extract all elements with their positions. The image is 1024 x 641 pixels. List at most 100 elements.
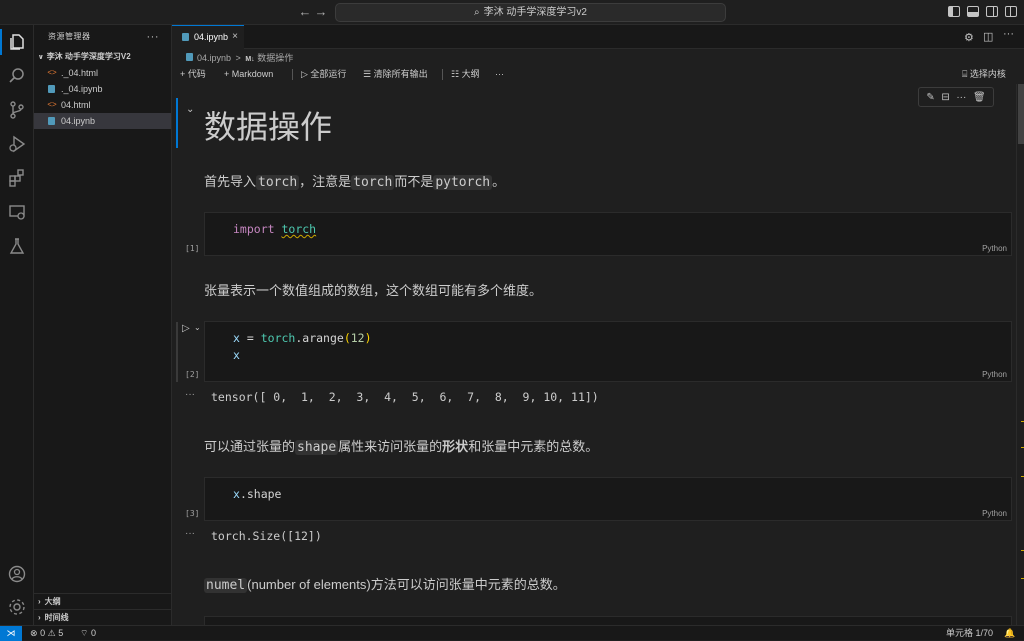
collapse-chevron-icon[interactable]: ⌄ bbox=[186, 104, 194, 115]
cell-language-label[interactable]: Python bbox=[982, 244, 1007, 253]
markdown-paragraph[interactable]: 张量表示一个数值组成的数组，这个数组可能有多个维度。 bbox=[204, 280, 542, 299]
run-cell-icon[interactable]: ▷ bbox=[182, 323, 190, 334]
notebook-file-icon bbox=[182, 33, 189, 41]
split-editor-icon[interactable]: ◫ bbox=[983, 30, 993, 43]
file-item[interactable]: <> ._04.html bbox=[34, 65, 171, 81]
cell-output: tensor([ 0, 1, 2, 3, 4, 5, 6, 7, 8, 9, 1… bbox=[211, 390, 599, 404]
timeline-section[interactable]: › 时间线 bbox=[34, 609, 172, 625]
warning-count: 5 bbox=[58, 628, 64, 638]
markdown-heading[interactable]: 数据操作 bbox=[204, 102, 332, 148]
variable: x bbox=[233, 348, 240, 362]
variable: x bbox=[233, 487, 240, 501]
file-item-selected[interactable]: 04.ipynb bbox=[34, 113, 171, 129]
paren: ) bbox=[364, 331, 372, 345]
outline-section[interactable]: › 大纲 bbox=[34, 593, 172, 609]
run-all-button[interactable]: ▷ 全部运行 bbox=[301, 66, 346, 83]
settings-gear-icon[interactable] bbox=[0, 592, 34, 622]
status-bar: ⋊ ⊗ 0 ⚠ 5 ⌔ 0 单元格 1/70 🔔 bbox=[0, 625, 1024, 641]
run-and-debug-icon[interactable] bbox=[0, 129, 34, 159]
cell-source[interactable]: import torch bbox=[233, 221, 316, 238]
account-icon[interactable] bbox=[0, 559, 34, 589]
select-kernel-button[interactable]: ⌸ 选择内核 bbox=[962, 66, 1006, 83]
breadcrumb-section[interactable]: 数据操作 bbox=[257, 53, 293, 63]
notebook-file-icon bbox=[48, 85, 55, 93]
toolbar-more-button[interactable]: ··· bbox=[495, 66, 504, 83]
toolbar-divider bbox=[442, 69, 443, 80]
delete-trash-icon[interactable]: 🗑 bbox=[973, 92, 986, 103]
cell-source[interactable]: x = torch.arange(12) x bbox=[233, 330, 372, 364]
more-actions-icon[interactable]: ··· bbox=[1003, 28, 1014, 40]
extensions-icon[interactable] bbox=[0, 163, 34, 193]
cell-source[interactable]: x.shape bbox=[233, 486, 281, 503]
file-name: 04.html bbox=[61, 100, 91, 110]
split-cell-icon[interactable]: ⊟ bbox=[941, 92, 949, 103]
ports-indicator[interactable]: ⌔ 0 bbox=[80, 626, 96, 640]
source-control-icon[interactable] bbox=[0, 95, 34, 125]
cell-more-icon[interactable]: ··· bbox=[956, 92, 966, 103]
text: 首先导入 bbox=[204, 174, 257, 189]
markdown-paragraph[interactable]: 首先导入 torch ，注意是 torch 而不是 pytorch。 bbox=[204, 171, 505, 190]
inline-code: numel bbox=[204, 578, 248, 593]
scrollbar-thumb[interactable] bbox=[1018, 84, 1024, 144]
tab-label: 04.ipynb bbox=[194, 32, 229, 42]
search-icon: ⌕ bbox=[474, 7, 480, 18]
cell-language-label[interactable]: Python bbox=[982, 370, 1007, 379]
toggle-secondary-sidebar-icon[interactable] bbox=[986, 6, 998, 17]
outline-section-label: 大纲 bbox=[44, 597, 61, 606]
function-name: .arange bbox=[295, 331, 344, 345]
explorer-icon[interactable] bbox=[0, 27, 34, 57]
close-icon[interactable]: × bbox=[232, 26, 238, 48]
workspace-folder-label: 李沐 动手学深度学习V2 bbox=[46, 52, 131, 61]
outline-label: 大纲 bbox=[461, 69, 480, 79]
tab-04-ipynb[interactable]: 04.ipynb × bbox=[172, 25, 244, 49]
customize-layout-icon[interactable] bbox=[1005, 6, 1017, 17]
activity-bar bbox=[0, 25, 34, 625]
inline-code: pytorch bbox=[433, 175, 493, 190]
problems-indicator[interactable]: ⊗ 0 ⚠ 5 bbox=[30, 626, 63, 640]
number: 12 bbox=[350, 331, 365, 345]
remote-explorer-icon[interactable] bbox=[0, 197, 34, 227]
clear-all-outputs-button[interactable]: ☰ 清除所有输出 bbox=[363, 66, 428, 83]
html-file-icon: <> bbox=[47, 68, 57, 77]
warning-icon: ⚠ bbox=[47, 628, 56, 638]
forward-button[interactable]: → bbox=[312, 4, 330, 20]
error-icon: ⊗ bbox=[30, 628, 38, 638]
notifications-bell-icon[interactable]: 🔔 bbox=[1004, 626, 1015, 640]
execution-count: [1] bbox=[185, 244, 200, 253]
breadcrumb-file[interactable]: 04.ipynb bbox=[197, 53, 231, 63]
code-cell[interactable]: x.shape Python bbox=[204, 477, 1012, 521]
outline-button[interactable]: ☷ 大纲 bbox=[451, 66, 480, 83]
markdown-paragraph[interactable]: numel (number of elements)方法可以访问张量中元素的总数。 bbox=[204, 574, 566, 593]
title-bar: ← → ⌕ 李沐 动手学深度学习v2 bbox=[0, 0, 1024, 25]
text: 和张量中元素的总数。 bbox=[468, 439, 599, 454]
text: 而不是 bbox=[394, 174, 434, 189]
explorer-title: 资源管理器 bbox=[48, 32, 91, 41]
notebook-settings-gear-icon[interactable]: ⚙ bbox=[964, 31, 974, 44]
attribute: .shape bbox=[239, 487, 282, 501]
module-name: torch bbox=[260, 331, 296, 345]
cell-toolbar: ✎ ⊟ ··· 🗑 bbox=[918, 87, 994, 107]
cell-language-label[interactable]: Python bbox=[982, 509, 1007, 518]
cell-position[interactable]: 单元格 1/70 bbox=[946, 626, 993, 640]
file-item[interactable]: ._04.ipynb bbox=[34, 81, 171, 97]
search-icon[interactable] bbox=[0, 61, 34, 91]
file-item[interactable]: <> 04.html bbox=[34, 97, 171, 113]
remote-indicator-icon[interactable]: ⋊ bbox=[0, 626, 22, 641]
run-options-chevron-icon[interactable]: ⌄ bbox=[194, 323, 201, 332]
command-center-search[interactable]: ⌕ 李沐 动手学深度学习v2 bbox=[335, 3, 726, 22]
add-markdown-cell-button[interactable]: + Markdown bbox=[224, 66, 273, 83]
code-cell[interactable] bbox=[204, 616, 1012, 625]
add-code-cell-button[interactable]: + 代码 bbox=[180, 66, 206, 83]
markdown-paragraph[interactable]: 可以通过张量的 shape 属性来访问张量的形状和张量中元素的总数。 bbox=[204, 436, 598, 455]
editor-scrollbar[interactable] bbox=[1016, 84, 1024, 625]
output-more-icon[interactable]: ··· bbox=[185, 389, 195, 400]
code-cell[interactable]: import torch Python bbox=[204, 212, 1012, 256]
workspace-folder[interactable]: ∨ 李沐 动手学深度学习V2 bbox=[34, 49, 171, 65]
code-cell[interactable]: x = torch.arange(12) x Python bbox=[204, 321, 1012, 382]
toggle-primary-sidebar-icon[interactable] bbox=[948, 6, 960, 17]
edit-pencil-icon[interactable]: ✎ bbox=[926, 92, 934, 103]
testing-flask-icon[interactable] bbox=[0, 231, 34, 261]
explorer-more-icon[interactable]: ··· bbox=[147, 25, 160, 49]
toggle-panel-icon[interactable] bbox=[967, 6, 979, 17]
output-more-icon[interactable]: ··· bbox=[185, 528, 195, 539]
